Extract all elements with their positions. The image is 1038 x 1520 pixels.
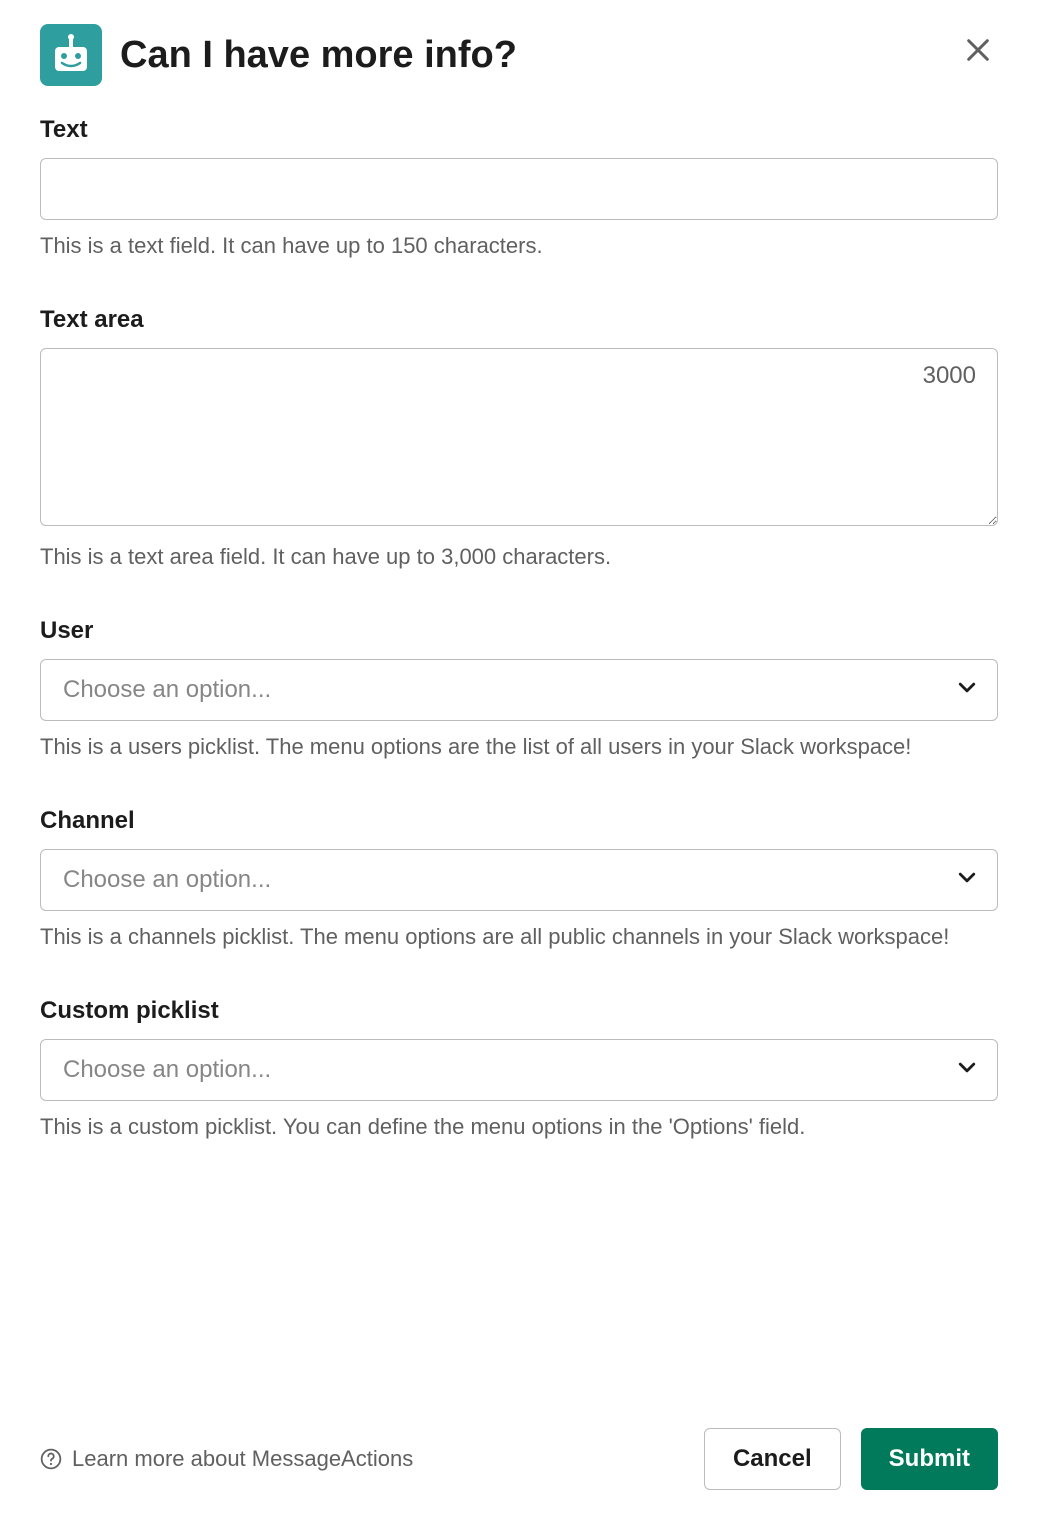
channel-field-group: Channel Choose an option... This is a ch… (40, 807, 998, 953)
custom-field-group: Custom picklist Choose an option... This… (40, 997, 998, 1143)
user-field-label: User (40, 617, 998, 645)
char-count: 3000 (923, 362, 976, 390)
close-button[interactable] (958, 30, 998, 70)
user-select[interactable]: Choose an option... (40, 659, 998, 721)
custom-select[interactable]: Choose an option... (40, 1039, 998, 1101)
modal-body: Text This is a text field. It can have u… (0, 86, 1038, 1408)
close-icon (964, 36, 992, 64)
textarea-field-helper: This is a text area field. It can have u… (40, 541, 998, 573)
user-field-helper: This is a users picklist. The menu optio… (40, 731, 998, 763)
modal-title: Can I have more info? (120, 34, 998, 77)
custom-field-helper: This is a custom picklist. You can defin… (40, 1111, 998, 1143)
text-field-label: Text (40, 116, 998, 144)
text-field-group: Text This is a text field. It can have u… (40, 116, 998, 262)
channel-field-helper: This is a channels picklist. The menu op… (40, 921, 998, 953)
modal-footer: Learn more about MessageActions Cancel S… (0, 1408, 1038, 1520)
custom-field-label: Custom picklist (40, 997, 998, 1025)
textarea-field-group: Text area 3000 This is a text area field… (40, 306, 998, 573)
submit-button[interactable]: Submit (861, 1428, 998, 1490)
help-icon (40, 1448, 62, 1470)
channel-select[interactable]: Choose an option... (40, 849, 998, 911)
user-field-group: User Choose an option... This is a users… (40, 617, 998, 763)
footer-help-link[interactable]: Learn more about MessageActions (40, 1446, 684, 1472)
cancel-button[interactable]: Cancel (704, 1428, 841, 1490)
footer-help-text: Learn more about MessageActions (72, 1446, 413, 1472)
dialog-modal: Can I have more info? Text This is a tex… (0, 0, 1038, 1520)
text-input[interactable] (40, 158, 998, 220)
textarea-field-label: Text area (40, 306, 998, 334)
textarea-input[interactable] (40, 348, 998, 526)
channel-field-label: Channel (40, 807, 998, 835)
modal-header: Can I have more info? (0, 0, 1038, 86)
text-field-helper: This is a text field. It can have up to … (40, 230, 998, 262)
app-icon (40, 24, 102, 86)
